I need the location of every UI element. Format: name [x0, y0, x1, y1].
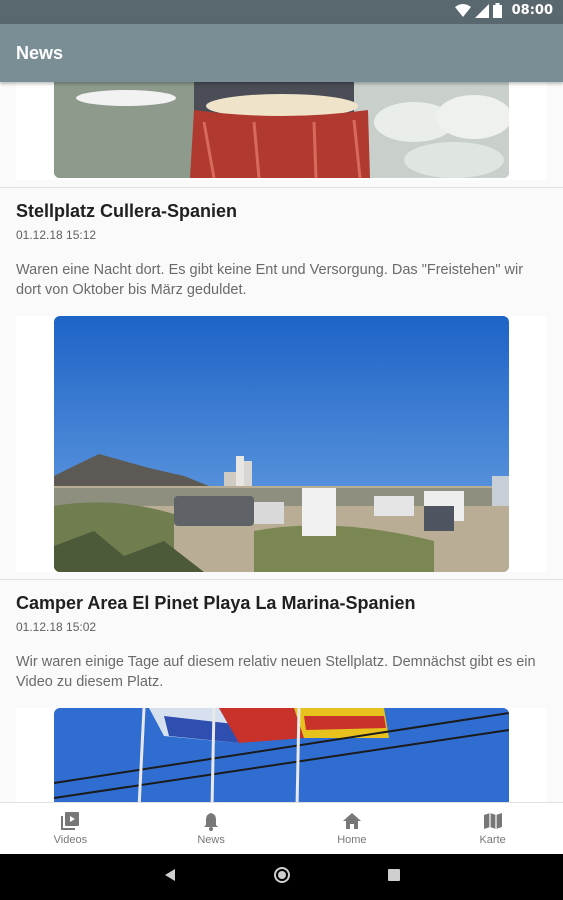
app-bar: News	[0, 24, 563, 82]
article-text: Wir waren einige Tage auf diesem relativ…	[16, 654, 536, 690]
image-frame	[16, 82, 547, 180]
news-card[interactable]: Stellplatz Cullera-Spanien 01.12.18 15:1…	[0, 189, 563, 580]
battery-icon	[492, 3, 502, 18]
map-icon	[483, 811, 503, 831]
status-icons: 08:00	[454, 3, 553, 18]
nav-label: Home	[337, 834, 367, 846]
news-feed[interactable]: Stellplatz Cullera-Spanien 01.12.18 15:1…	[0, 82, 563, 802]
status-time: 08:00	[511, 3, 553, 18]
video-library-icon	[60, 811, 80, 831]
image-frame	[16, 316, 547, 572]
news-card[interactable]: Camper Area El Pinet Playa La Marina-Spa…	[0, 581, 563, 802]
nav-label: Videos	[53, 834, 88, 846]
nav-label: News	[197, 834, 225, 846]
image-frame	[16, 708, 547, 802]
status-bar: 08:00	[0, 0, 563, 24]
system-navigation-bar	[0, 854, 563, 900]
wifi-icon	[454, 3, 471, 17]
home-icon	[342, 811, 362, 831]
article-date: 01.12.18 15:02	[16, 620, 97, 634]
bottom-navigation: Videos News Home Karte	[0, 802, 563, 854]
article-image[interactable]	[54, 316, 509, 572]
back-icon[interactable]	[163, 868, 177, 887]
nav-videos[interactable]: Videos	[0, 803, 141, 854]
article-text: Waren eine Nacht dort. Es gibt keine Ent…	[16, 262, 524, 298]
article-image[interactable]	[54, 708, 509, 802]
bell-icon	[201, 811, 221, 831]
recents-icon[interactable]	[387, 868, 401, 887]
article-title: Camper Area El Pinet Playa La Marina-Spa…	[16, 593, 416, 613]
news-card-previous[interactable]	[0, 82, 563, 188]
article-image[interactable]	[54, 82, 509, 178]
nav-karte[interactable]: Karte	[422, 803, 563, 854]
nav-home[interactable]: Home	[282, 803, 423, 854]
page-title: News	[16, 43, 64, 63]
nav-news[interactable]: News	[141, 803, 282, 854]
signal-icon	[474, 3, 489, 18]
nav-label: Karte	[479, 834, 506, 846]
home-circle-icon[interactable]	[273, 866, 291, 889]
article-date: 01.12.18 15:12	[16, 228, 97, 242]
article-title: Stellplatz Cullera-Spanien	[16, 201, 238, 221]
